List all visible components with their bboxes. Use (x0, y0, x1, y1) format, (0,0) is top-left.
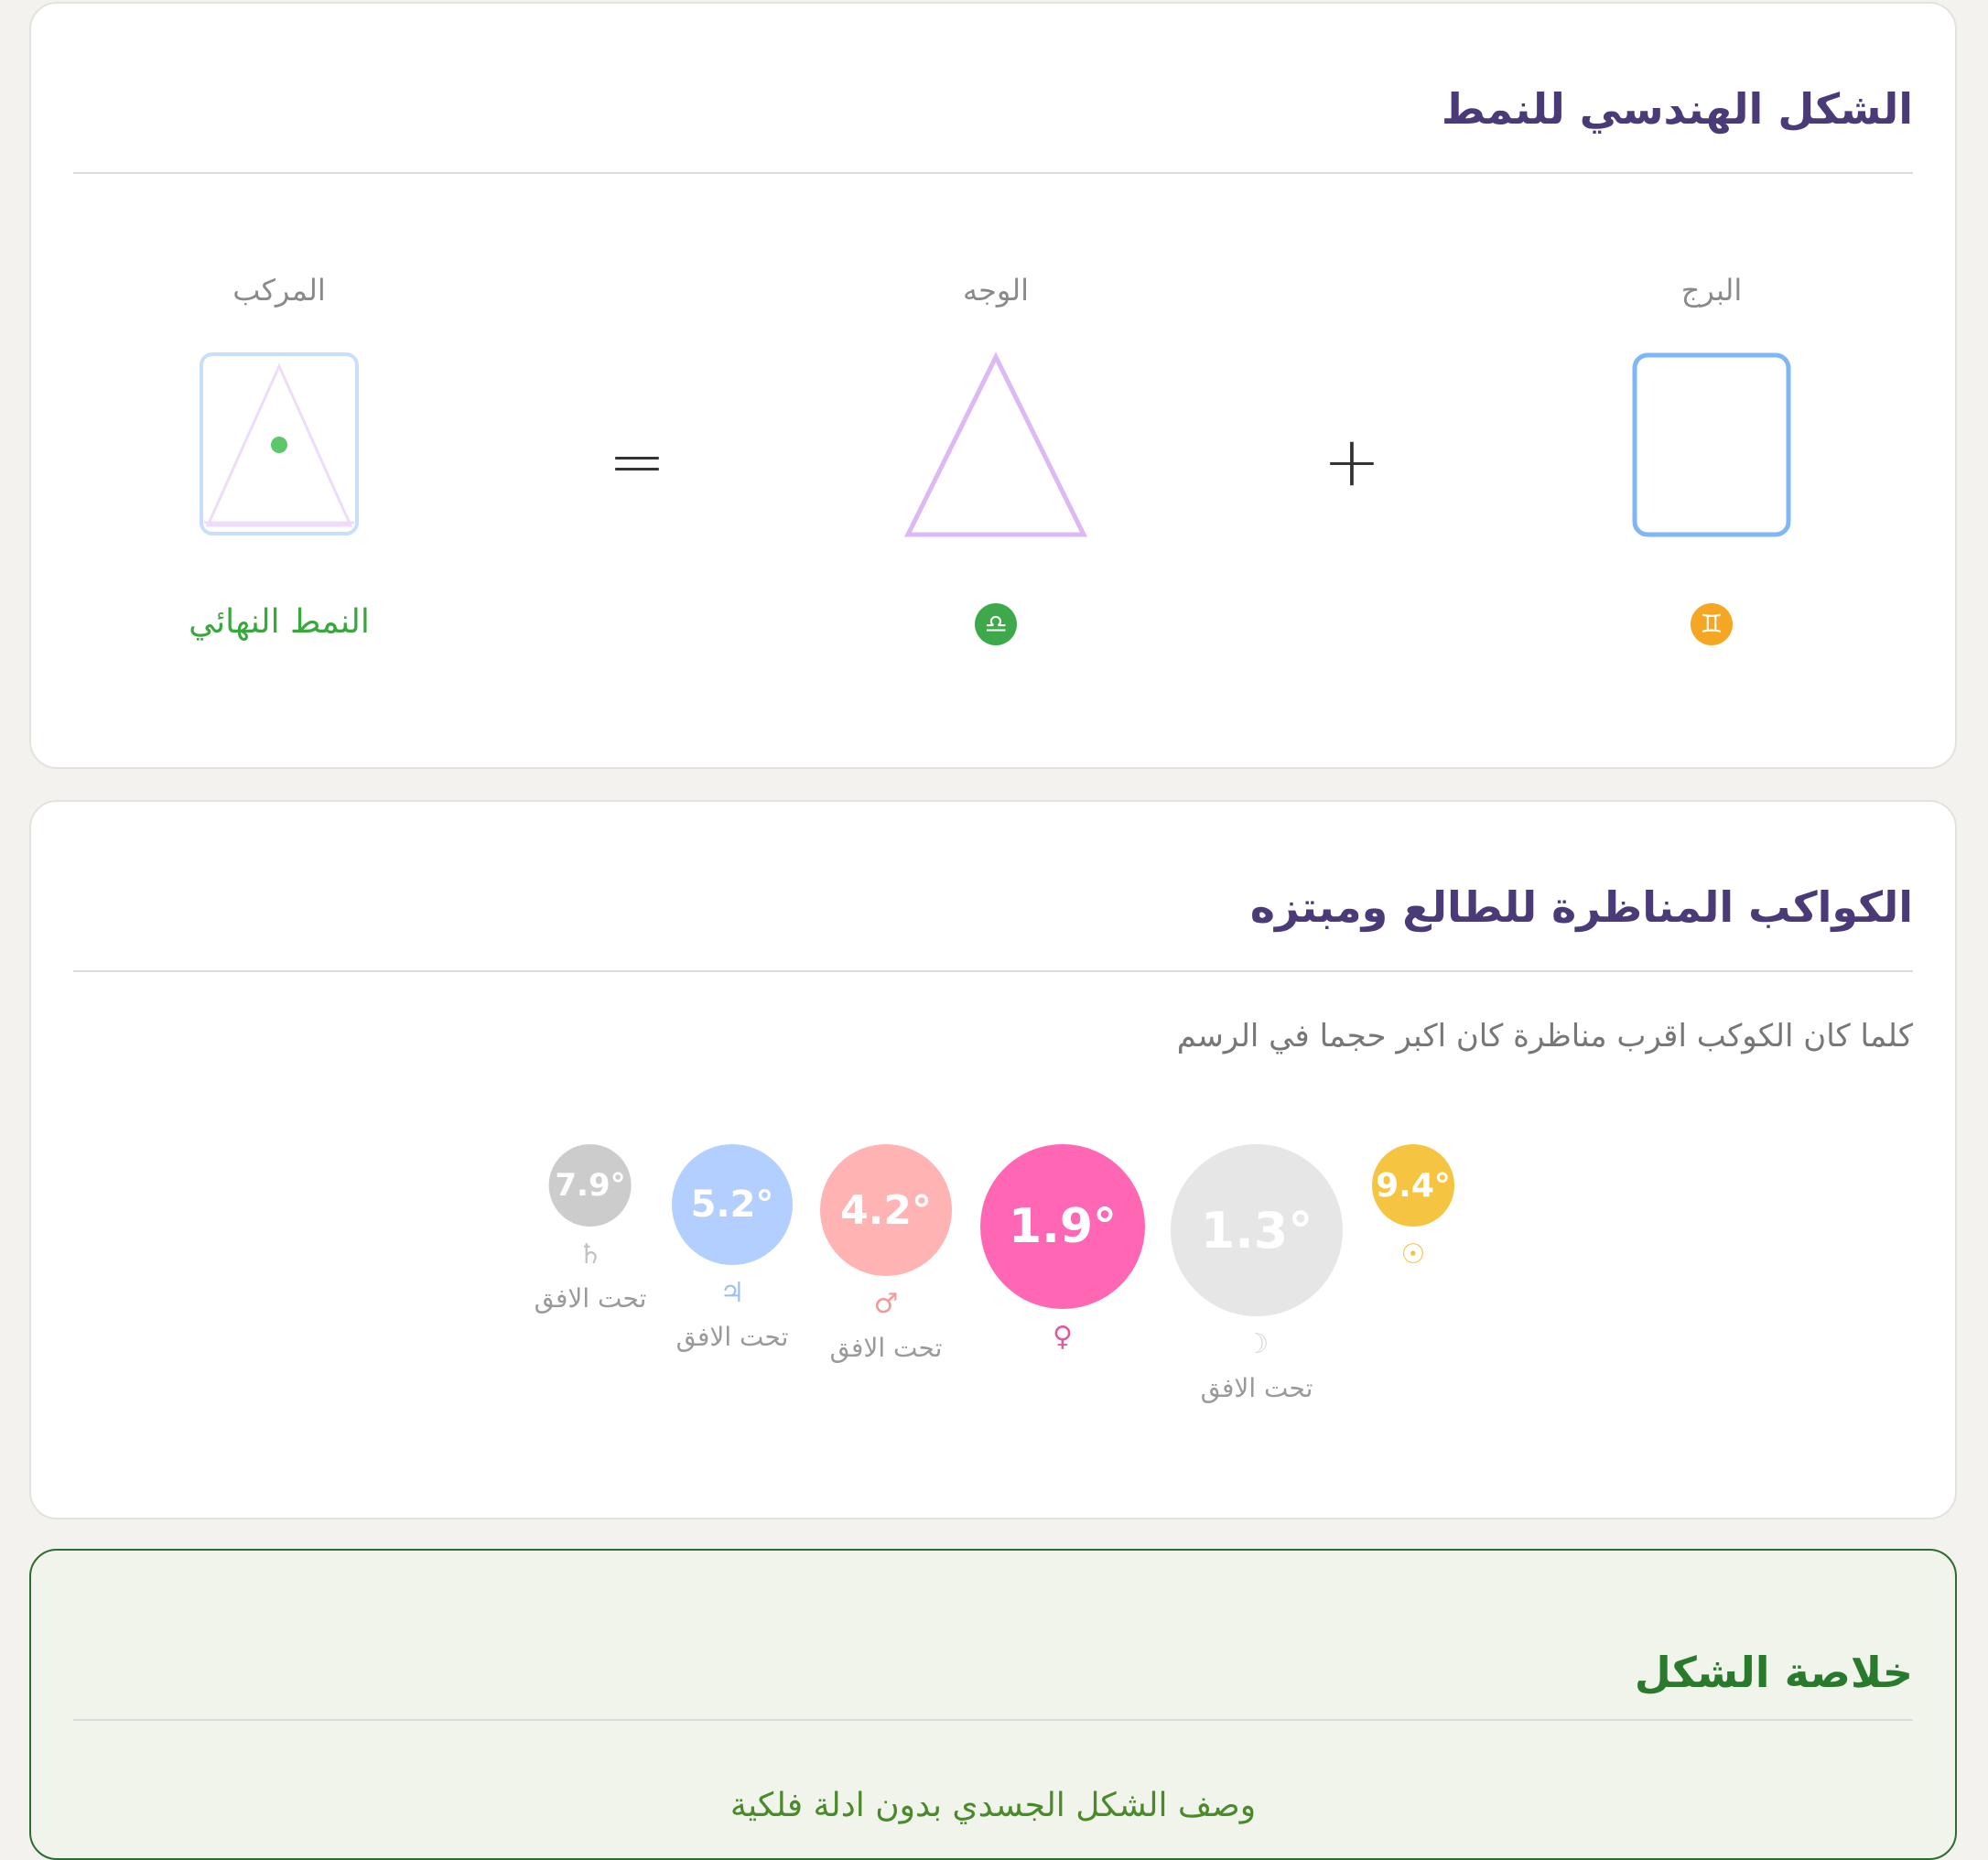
saturn-icon: ♄ (578, 1238, 603, 1271)
pattern-card: الشكل الهندسي للنمط البرج الوجه المركب +… (29, 2, 1957, 769)
moon-icon: ☽ (1244, 1328, 1270, 1360)
saturn-degree: 7.9° (549, 1144, 632, 1227)
equals-sign: = (608, 420, 666, 503)
venus-degree: 1.9° (980, 1144, 1145, 1309)
jupiter-degree: 5.2° (672, 1144, 793, 1265)
aspects-card: الكواكب المناظرة للطالع ومبتزه كلما كان … (29, 800, 1957, 1519)
plus-sign: + (1323, 420, 1381, 503)
saturn-position: تحت الافق (534, 1283, 647, 1314)
venus-icon: ♀ (1053, 1321, 1073, 1353)
pattern-title: الشكل الهندسي للنمط (1441, 84, 1913, 134)
composite-shape (200, 352, 359, 535)
sun-icon: ☉ (1400, 1238, 1426, 1271)
summary-title: خلاصة الشكل (1634, 1648, 1913, 1697)
summary-text: وصف الشكل الجسدي بدون ادلة فلكية (729, 1787, 1257, 1824)
planet-venus: 1.9° ♀ (980, 1144, 1145, 1353)
mars-position: تحت الافق (829, 1333, 943, 1363)
sun-degree: 9.4° (1372, 1144, 1454, 1227)
summary-divider (73, 1719, 1913, 1721)
planet-sun: 9.4° ☉ (1372, 1144, 1454, 1271)
composite-label: المركب (232, 273, 326, 308)
triangle-shape (903, 351, 1088, 537)
aspects-title: الكواكب المناظرة للطالع ومبتزه (1249, 882, 1913, 932)
planet-moon: 1.3° ☽ تحت الافق (1171, 1144, 1343, 1403)
planet-mars: 4.2° ♂ تحت الافق (820, 1144, 952, 1363)
moon-degree: 1.3° (1171, 1144, 1343, 1316)
mars-icon: ♂ (873, 1288, 899, 1320)
pattern-divider (73, 172, 1913, 174)
aspects-subtitle: كلما كان الكوكب اقرب مناظرة كان اكبر حجم… (1176, 1018, 1913, 1054)
square-shape (1632, 352, 1791, 537)
face-label: الوجه (962, 273, 1030, 308)
mars-degree: 4.2° (820, 1144, 952, 1276)
gemini-icon: ♊ (1691, 603, 1733, 645)
planet-saturn: 7.9° ♄ تحت الافق (534, 1144, 647, 1314)
sign-label: البرج (1680, 273, 1743, 308)
jupiter-icon: ♃ (719, 1277, 745, 1309)
composite-dot (271, 437, 287, 453)
summary-card: خلاصة الشكل وصف الشكل الجسدي بدون ادلة ف… (29, 1549, 1957, 1860)
aspects-divider (73, 970, 1913, 972)
libra-icon: ♎ (975, 603, 1017, 645)
final-pattern-label: النمط النهائي (189, 603, 370, 641)
planet-jupiter: 5.2° ♃ تحت الافق (672, 1144, 793, 1352)
jupiter-position: تحت الافق (675, 1322, 789, 1352)
moon-position: تحت الافق (1200, 1373, 1313, 1403)
